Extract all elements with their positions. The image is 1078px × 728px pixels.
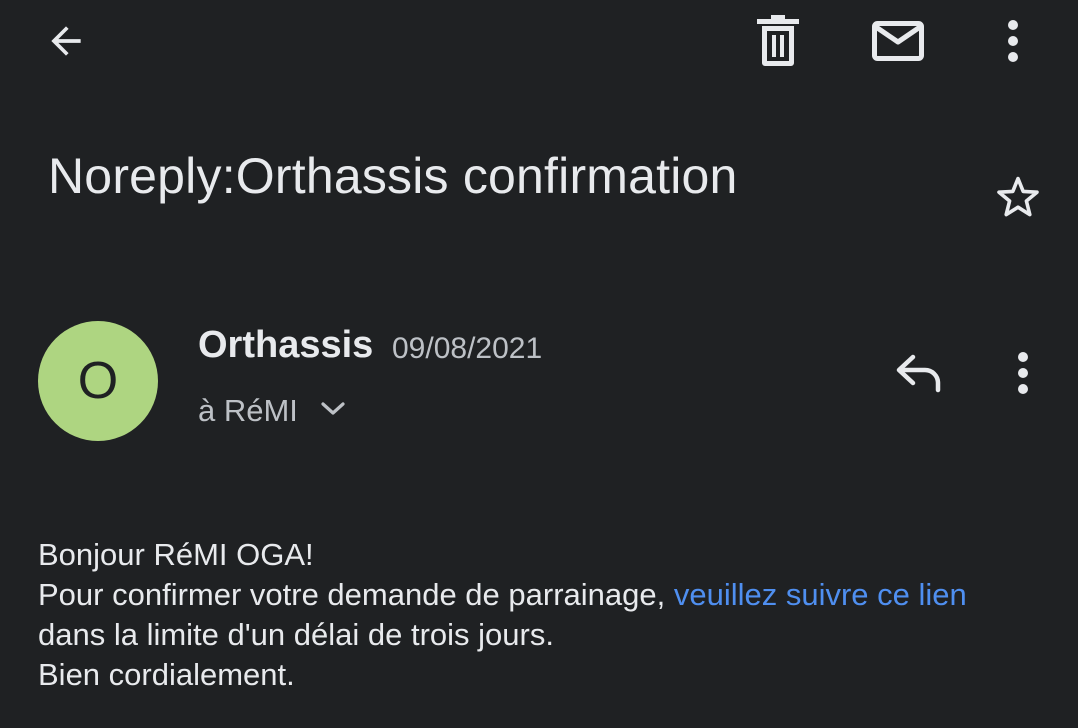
delete-button[interactable]	[742, 8, 814, 74]
more-vertical-icon	[1017, 351, 1029, 395]
star-button[interactable]	[984, 164, 1052, 230]
avatar[interactable]: O	[38, 321, 158, 441]
body-paragraph: Pour confirmer votre demande de parraina…	[38, 575, 1018, 655]
mail-envelope-icon	[872, 21, 924, 61]
confirmation-link[interactable]: veuillez suivre ce lien	[674, 577, 967, 612]
recipient-details-toggle[interactable]: à RéMI	[198, 388, 346, 434]
trash-icon	[756, 15, 800, 67]
chevron-down-icon	[320, 401, 346, 422]
body-text-after-link: dans la limite d'un délai de trois jours…	[38, 617, 554, 652]
message-more-button[interactable]	[996, 340, 1050, 406]
mark-unread-button[interactable]	[862, 8, 934, 74]
arrow-back-icon	[44, 19, 88, 63]
body-text-before-link: Pour confirmer votre demande de parraina…	[38, 577, 674, 612]
recipient-label: à RéMI	[198, 393, 298, 428]
email-subject: Noreply:Orthassis confirmation	[48, 148, 738, 204]
reply-icon	[895, 353, 943, 393]
body-greeting: Bonjour RéMI OGA!	[38, 537, 314, 572]
email-body: Bonjour RéMI OGA! Pour confirmer votre d…	[38, 535, 1018, 695]
body-closing: Bien cordialement.	[38, 657, 295, 692]
email-date: 09/08/2021	[392, 332, 543, 365]
avatar-letter: O	[77, 352, 119, 410]
star-outline-icon	[993, 173, 1043, 221]
reply-button[interactable]	[884, 340, 954, 406]
overflow-menu-button[interactable]	[985, 8, 1041, 74]
sender-name: Orthassis	[198, 324, 374, 366]
back-button[interactable]	[30, 8, 102, 74]
more-vertical-icon	[1007, 19, 1019, 63]
